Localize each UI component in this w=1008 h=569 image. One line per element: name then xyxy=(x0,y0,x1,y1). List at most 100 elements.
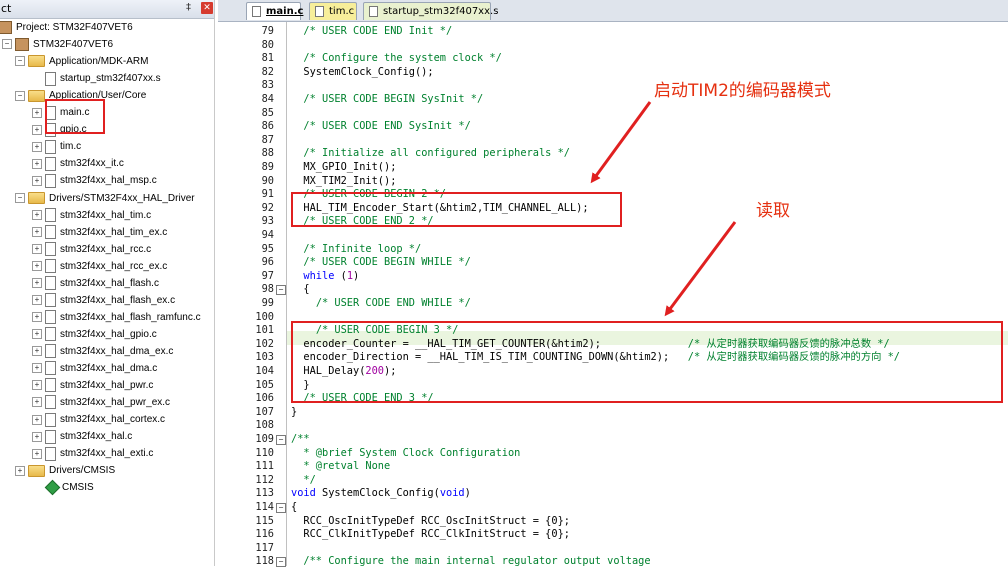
tree-item[interactable]: + stm32f4xx_hal_flash.c xyxy=(32,275,159,292)
expand-icon[interactable]: + xyxy=(32,124,42,135)
code-line: * @brief System Clock Configuration xyxy=(291,446,521,459)
panel-title: ct xyxy=(1,2,12,15)
collapse-icon[interactable]: − xyxy=(15,56,25,67)
file-icon xyxy=(45,276,56,291)
tree-item[interactable]: − Drivers/STM32F4xx_HAL_Driver xyxy=(15,190,195,207)
file-icon xyxy=(45,378,56,393)
expand-icon[interactable]: + xyxy=(32,380,42,391)
tree-item[interactable]: + stm32f4xx_hal_pwr_ex.c xyxy=(32,394,170,411)
tree-item[interactable]: − Application/MDK-ARM xyxy=(15,53,148,70)
close-icon[interactable]: ✕ xyxy=(201,2,213,14)
tree-item[interactable]: + stm32f4xx_hal_gpio.c xyxy=(32,326,157,343)
tree-item[interactable]: + stm32f4xx_hal_rcc_ex.c xyxy=(32,258,167,275)
fold-toggle-icon[interactable]: − xyxy=(276,285,286,296)
expand-icon[interactable]: + xyxy=(32,431,42,442)
line-number: 104 xyxy=(255,365,274,377)
expand-icon[interactable]: + xyxy=(32,363,42,374)
tree-item-label: CMSIS xyxy=(62,482,94,494)
collapse-icon[interactable]: − xyxy=(15,90,25,101)
tree-item-label: startup_stm32f407xx.s xyxy=(60,73,161,85)
pin-icon[interactable]: ‡ xyxy=(186,2,191,13)
line-number: 86 xyxy=(261,120,274,133)
tree-item[interactable]: + stm32f4xx_hal_flash_ex.c xyxy=(32,292,175,309)
file-icon xyxy=(45,344,56,359)
tree-item[interactable]: + stm32f4xx_hal_pwr.c xyxy=(32,377,153,394)
line-number: 94 xyxy=(261,229,274,241)
expand-icon[interactable]: + xyxy=(32,107,42,118)
tree-item[interactable]: + stm32f4xx_hal_exti.c xyxy=(32,445,153,462)
tree-item[interactable]: + stm32f4xx_hal_cortex.c xyxy=(32,411,165,428)
tree-item[interactable]: + stm32f4xx_hal_flash_ramfunc.c xyxy=(32,309,201,326)
folder-icon xyxy=(28,191,45,204)
file-icon xyxy=(45,412,56,427)
tree-item[interactable]: CMSIS xyxy=(32,479,94,496)
fold-toggle-icon[interactable]: − xyxy=(276,435,286,445)
tree-item-label: stm32f4xx_hal_rcc_ex.c xyxy=(60,260,168,272)
code-editor: main.c tim.c startup_stm32f407xx.s 79 80 8… xyxy=(218,0,1008,568)
tree-item[interactable]: + stm32f4xx_hal_tim_ex.c xyxy=(32,224,167,241)
expand-icon[interactable]: + xyxy=(32,141,42,152)
file-icon xyxy=(315,6,324,17)
encoder-start-highlight-box xyxy=(291,192,622,227)
tree-item[interactable]: + stm32f4xx_hal.c xyxy=(32,428,132,445)
tree-item[interactable]: Project: STM32F407VET6 xyxy=(0,19,133,36)
code-text-area[interactable]: /* USER CODE END Init */ /* Configure th… xyxy=(287,22,1008,567)
fold-toggle-icon[interactable]: − xyxy=(276,503,286,513)
tree-item-label: stm32f4xx_hal_msp.c xyxy=(60,175,157,187)
annotation-encoder-mode: 启动TIM2的编码器模式 xyxy=(654,81,831,101)
expand-icon[interactable]: + xyxy=(32,226,42,237)
expand-icon[interactable]: + xyxy=(32,261,42,272)
tree-item[interactable]: + stm32f4xx_hal_msp.c xyxy=(32,172,157,189)
tree-item[interactable]: + tim.c xyxy=(32,138,81,155)
line-number: 101 xyxy=(255,324,274,337)
expand-icon[interactable]: + xyxy=(32,209,42,220)
line-number-gutter: 79 80 81 82 83 84 85 86 87 88 89 90 91 92 93 94 95 96 97 98… xyxy=(218,22,287,568)
file-icon xyxy=(45,293,56,308)
tree-item[interactable]: + Drivers/CMSIS xyxy=(15,462,115,479)
tab-main-c[interactable]: main.c xyxy=(246,2,303,20)
expand-icon[interactable]: + xyxy=(32,158,42,169)
expand-icon[interactable]: + xyxy=(32,346,42,357)
collapse-icon[interactable]: − xyxy=(2,39,12,50)
tree-item-label: stm32f4xx_hal_flash_ex.c xyxy=(60,294,176,306)
file-icon xyxy=(45,429,56,444)
line-number: 106 xyxy=(255,392,274,405)
file-icon xyxy=(45,327,56,342)
expand-icon[interactable]: + xyxy=(32,244,42,254)
tree-item[interactable]: + stm32f4xx_hal_tim.c xyxy=(32,207,151,224)
tab-startup-s[interactable]: startup_stm32f407xx.s xyxy=(363,2,498,20)
expand-icon[interactable]: + xyxy=(32,414,42,425)
expand-icon[interactable]: + xyxy=(32,397,42,408)
line-number: 79 xyxy=(261,25,274,37)
expand-icon[interactable]: + xyxy=(15,465,25,476)
file-icon xyxy=(252,6,261,17)
target-icon xyxy=(15,37,29,51)
code-line: /* USER CODE BEGIN WHILE */ xyxy=(303,256,471,269)
code-line: RCC_OscInitTypeDef RCC_OscInitStruct = {… xyxy=(291,514,570,527)
tree-item[interactable]: + stm32f4xx_hal_rcc.c xyxy=(32,241,151,258)
tree-item-label: Project: STM32F407VET6 xyxy=(16,22,133,33)
tree-item[interactable]: startup_stm32f407xx.s xyxy=(32,70,161,87)
code-line: void SystemClock_Config(void) xyxy=(291,487,471,500)
tree-item[interactable]: + stm32f4xx_hal_dma.c xyxy=(32,360,157,377)
code-line: /* USER CODE END Init */ xyxy=(303,25,453,37)
line-number: 92 xyxy=(261,201,274,214)
file-icon xyxy=(45,395,56,410)
line-number: 102 xyxy=(255,337,274,350)
expand-icon[interactable]: + xyxy=(32,295,42,306)
expand-icon[interactable]: + xyxy=(32,448,42,459)
tree-item[interactable]: + stm32f4xx_hal_dma_ex.c xyxy=(32,343,173,360)
tab-tim-c[interactable]: tim.c xyxy=(309,2,357,20)
collapse-icon[interactable]: − xyxy=(15,192,25,203)
tree-item-label: Drivers/CMSIS xyxy=(49,465,116,477)
expand-icon[interactable]: + xyxy=(32,175,42,186)
line-number: 113 xyxy=(255,487,274,500)
tree-item[interactable]: − STM32F407VET6 xyxy=(2,36,113,53)
expand-icon[interactable]: + xyxy=(32,312,42,323)
file-icon xyxy=(45,446,56,461)
expand-icon[interactable]: + xyxy=(32,329,42,340)
expand-icon[interactable]: + xyxy=(32,278,42,289)
tree-item-label: stm32f4xx_hal_rcc.c xyxy=(60,243,152,255)
tree-item[interactable]: + stm32f4xx_it.c xyxy=(32,155,124,172)
tree-item-label: stm32f4xx_hal_flash.c xyxy=(60,277,159,289)
